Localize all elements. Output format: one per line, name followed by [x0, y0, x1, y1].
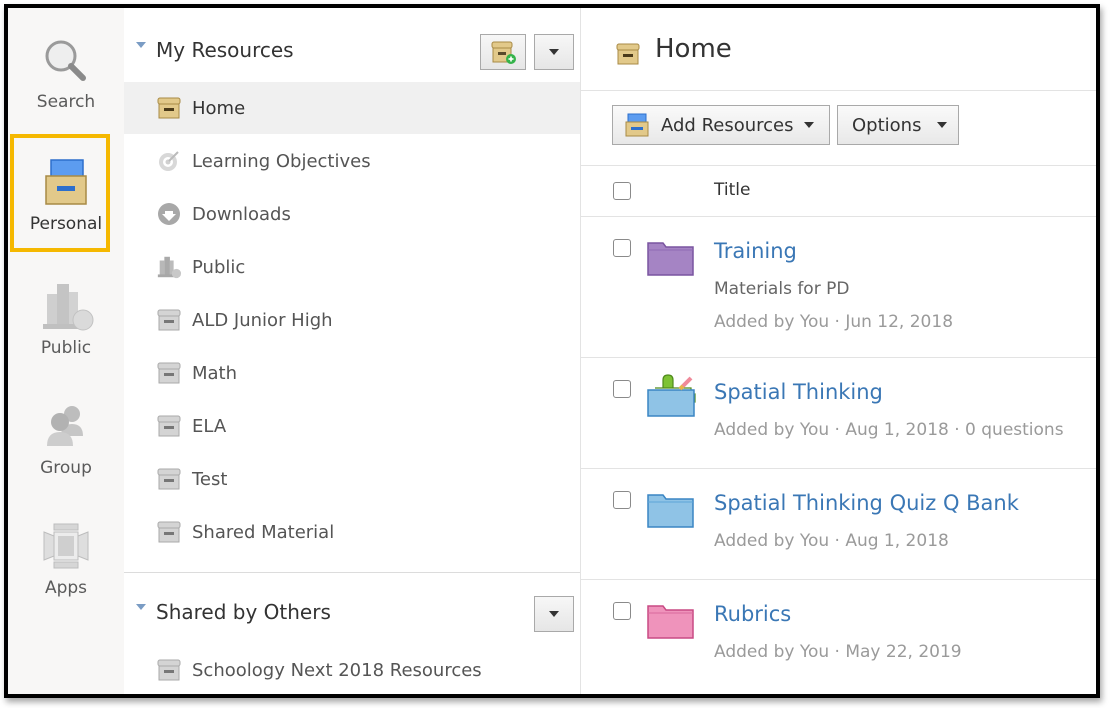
nav-item-collection[interactable]: ALD Junior High: [124, 294, 580, 346]
row-checkbox[interactable]: [613, 380, 631, 398]
row-meta: Added by You · Aug 1, 2018 · 0 questions: [714, 420, 1064, 440]
nav-item-label: Schoology Next 2018 Resources: [192, 659, 482, 681]
chevron-down-icon: [937, 122, 948, 128]
resources-nav: My Resources Home Learning Objectives Do…: [124, 8, 581, 694]
nav-item-public[interactable]: Public: [124, 241, 580, 293]
row-checkbox[interactable]: [613, 239, 631, 257]
nav-item-collection[interactable]: Test: [124, 453, 580, 505]
app-window: Search Personal Public Group Apps My Res…: [4, 4, 1100, 698]
options-label: Options: [852, 114, 922, 136]
nav-item-collection[interactable]: ELA: [124, 400, 580, 452]
add-collection-button[interactable]: [480, 34, 526, 70]
collection-box-icon: [156, 307, 182, 333]
my-resources-header: My Resources: [124, 22, 580, 78]
collection-box-icon: [156, 657, 182, 683]
collection-box-icon: [156, 519, 182, 545]
rail-label: Apps: [44, 578, 88, 598]
toolbar: Add Resources Options: [581, 91, 1096, 166]
target-icon: [156, 148, 182, 174]
add-resources-icon: [625, 113, 649, 137]
shared-menu-button[interactable]: [534, 596, 574, 632]
home-box-icon: [156, 95, 182, 121]
section-divider: [124, 572, 580, 573]
rail-label: Personal: [29, 214, 103, 234]
public-library-icon: [156, 254, 182, 280]
chevron-down-icon: [803, 122, 814, 128]
shared-by-others-header: Shared by Others: [124, 584, 580, 640]
home-box-icon: [615, 42, 641, 70]
personal-box-icon: [45, 159, 87, 205]
row-meta: Added by You · Jun 12, 2018: [714, 312, 954, 332]
folder-icon: [647, 491, 695, 533]
add-box-icon: [491, 41, 516, 64]
icon-rail: Search Personal Public Group Apps: [8, 8, 125, 694]
row-checkbox[interactable]: [613, 602, 631, 620]
column-header-title[interactable]: Title: [714, 180, 750, 200]
title-bar: Home: [581, 8, 1096, 91]
rail-label: Group: [40, 458, 92, 478]
public-library-icon: [43, 284, 94, 331]
add-resources-label: Add Resources: [661, 114, 794, 136]
chevron-down-icon: [549, 49, 559, 55]
folder-icon: [647, 239, 695, 281]
nav-item-downloads[interactable]: Downloads: [124, 188, 580, 240]
nav-item-label: Math: [192, 362, 238, 384]
nav-item-learning-objectives[interactable]: Learning Objectives: [124, 135, 580, 187]
options-button[interactable]: Options: [837, 105, 959, 145]
table-row: Spatial Thinking Quiz Q Bank Added by Yo…: [581, 469, 1096, 580]
chevron-down-icon: [549, 611, 559, 617]
nav-item-label: Test: [192, 468, 228, 490]
collection-box-icon: [156, 413, 182, 439]
add-resources-button[interactable]: Add Resources: [612, 105, 830, 145]
main-content: Home Add Resources Options Title Trainin…: [581, 8, 1096, 694]
section-title: My Resources: [156, 38, 294, 62]
rail-item-personal[interactable]: Personal: [8, 156, 124, 234]
nav-item-label: Learning Objectives: [192, 150, 371, 172]
row-title-link[interactable]: Spatial Thinking Quiz Q Bank: [714, 491, 1019, 515]
download-icon: [156, 201, 182, 227]
rail-label: Search: [36, 92, 96, 112]
apps-icon: [43, 523, 89, 569]
rail-item-public[interactable]: Public: [8, 280, 124, 358]
collection-box-icon: [156, 466, 182, 492]
table-row: Spatial Thinking Added by You · Aug 1, 2…: [581, 358, 1096, 469]
row-title-link[interactable]: Training: [714, 239, 797, 263]
row-title-link[interactable]: Spatial Thinking: [714, 380, 883, 404]
nav-item-home[interactable]: Home: [124, 82, 580, 134]
nav-item-label: Downloads: [192, 203, 291, 225]
nav-item-label: Public: [192, 256, 246, 278]
nav-item-label: ELA: [192, 415, 227, 437]
nav-item-collection[interactable]: Math: [124, 347, 580, 399]
group-people-icon: [47, 406, 83, 446]
rail-label: Public: [40, 338, 92, 358]
search-icon: [45, 40, 86, 81]
nav-item-label: Home: [192, 97, 246, 119]
rail-item-search[interactable]: Search: [8, 36, 124, 112]
folder-icon: [647, 602, 695, 644]
section-title: Shared by Others: [156, 600, 331, 624]
collapse-caret-icon[interactable]: [136, 604, 146, 610]
row-description: Materials for PD: [714, 279, 850, 299]
row-meta: Added by You · May 22, 2019: [714, 642, 962, 662]
select-all-checkbox[interactable]: [613, 182, 631, 200]
table-row: Rubrics Added by You · May 22, 2019: [581, 580, 1096, 690]
collapse-caret-icon[interactable]: [136, 42, 146, 48]
row-title-link[interactable]: Rubrics: [714, 602, 791, 626]
nav-item-label: ALD Junior High: [192, 309, 333, 331]
row-meta: Added by You · Aug 1, 2018: [714, 531, 949, 551]
collection-box-icon: [156, 360, 182, 386]
nav-item-shared-collection[interactable]: Schoology Next 2018 Resources: [124, 644, 580, 694]
page-title: Home: [655, 34, 732, 64]
row-checkbox[interactable]: [613, 491, 631, 509]
rail-item-apps[interactable]: Apps: [8, 520, 124, 598]
nav-item-collection[interactable]: Shared Material: [124, 506, 580, 558]
rail-item-group[interactable]: Group: [8, 400, 124, 478]
table-row: Training Materials for PD Added by You ·…: [581, 217, 1096, 358]
my-resources-menu-button[interactable]: [534, 34, 574, 70]
nav-item-label: Shared Material: [192, 521, 335, 543]
table-header: Title: [581, 166, 1096, 217]
question-bank-icon: [647, 372, 699, 422]
